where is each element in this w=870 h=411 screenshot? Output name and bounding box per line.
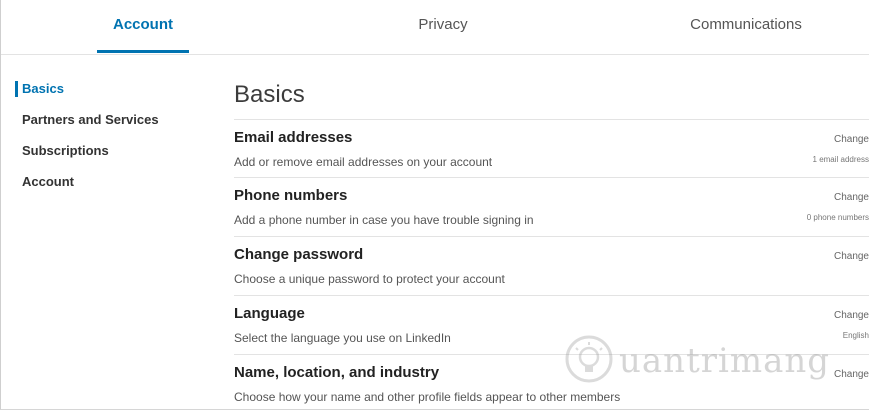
- top-tab-bar: Account Privacy Communications: [1, 0, 869, 55]
- tab-account[interactable]: Account: [97, 0, 189, 54]
- watermark: uantrimang: [563, 333, 863, 393]
- section-description: Select the language you use on LinkedIn: [234, 331, 451, 345]
- change-phone-link[interactable]: Change: [834, 192, 869, 203]
- section-title: Name, location, and industry: [234, 364, 440, 381]
- sidebar-item-subscriptions[interactable]: Subscriptions: [1, 137, 191, 168]
- tab-communications[interactable]: Communications: [671, 0, 821, 54]
- section-description: Add a phone number in case you have trou…: [234, 213, 534, 227]
- settings-window: Account Privacy Communications Basics Pa…: [0, 0, 869, 410]
- sidebar-item-partners-and-services[interactable]: Partners and Services: [1, 106, 191, 137]
- section-title: Change password: [234, 246, 364, 263]
- sidebar-item-account[interactable]: Account: [1, 168, 191, 199]
- active-tab-indicator: [97, 50, 189, 53]
- tab-privacy[interactable]: Privacy: [393, 0, 493, 54]
- sidebar-item-basics[interactable]: Basics: [1, 75, 191, 106]
- change-language-link[interactable]: Change: [834, 310, 869, 321]
- section-description: Choose a unique password to protect your…: [234, 272, 505, 286]
- page-title: Basics: [234, 81, 305, 108]
- section-title: Email addresses: [234, 129, 353, 146]
- section-title: Language: [234, 305, 305, 322]
- section-description: Add or remove email addresses on your ac…: [234, 155, 493, 169]
- lightbulb-logo-icon: [565, 335, 613, 383]
- watermark-text: uantrimang: [619, 341, 831, 381]
- change-password-link[interactable]: Change: [834, 251, 869, 262]
- section-phone-numbers: Phone numbers Add a phone number in case…: [234, 177, 869, 236]
- section-email-addresses: Email addresses Add or remove email addr…: [234, 119, 869, 178]
- change-email-link[interactable]: Change: [834, 134, 869, 145]
- section-title: Phone numbers: [234, 187, 348, 204]
- phone-count: 0 phone numbers: [806, 213, 869, 222]
- section-change-password: Change password Choose a unique password…: [234, 236, 869, 295]
- email-count: 1 email address: [812, 155, 869, 164]
- sidebar: Basics Partners and Services Subscriptio…: [1, 75, 191, 199]
